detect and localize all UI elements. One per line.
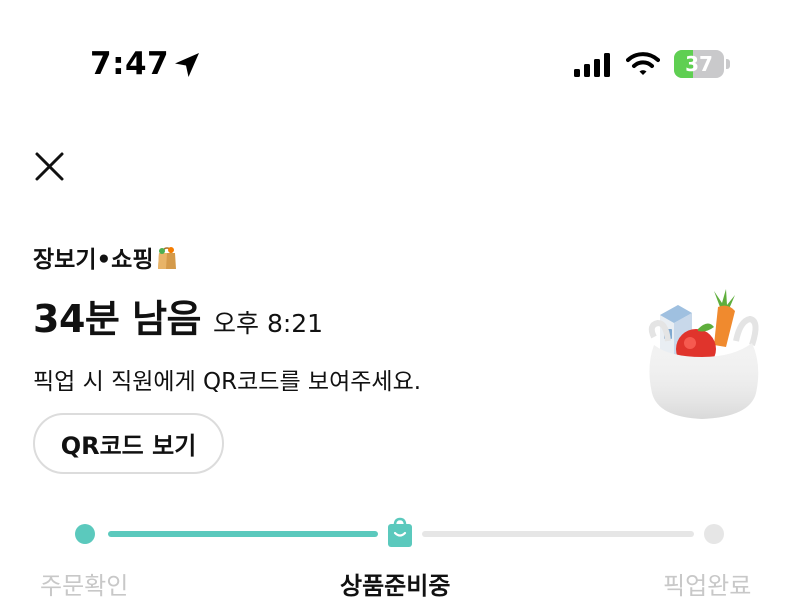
location-arrow-icon	[175, 53, 199, 77]
pickup-instruction: 픽업 시 직원에게 QR코드를 보여주세요.	[33, 369, 422, 395]
remaining-time-row: 34분 남음 오후 8:21	[33, 288, 323, 343]
step-label-order-confirmed: 주문확인	[40, 572, 129, 600]
step-label-pickup-complete: 픽업완료	[663, 572, 752, 600]
cellular-signal-icon	[574, 53, 610, 77]
remaining-time: 34분 남음	[33, 297, 202, 341]
order-progress: 주문확인 상품준비중 픽업완료	[0, 510, 800, 605]
step-pending-dot	[704, 524, 724, 544]
shopping-bag-icon	[388, 517, 412, 547]
status-bar: 7:47 37	[0, 0, 800, 120]
grocery-bag-illustration	[648, 289, 759, 419]
close-icon[interactable]	[33, 150, 66, 183]
step-done-dot	[75, 524, 95, 544]
battery-level-text: 37	[685, 52, 713, 76]
progress-line-pending	[422, 531, 694, 537]
progress-line-done	[108, 531, 378, 537]
battery-indicator: 37	[674, 50, 730, 78]
paper-bag-emoji-icon	[157, 247, 176, 269]
category-text: 장보기•쇼핑	[33, 247, 154, 273]
category-label: 장보기•쇼핑	[33, 240, 178, 274]
wifi-icon	[626, 52, 660, 75]
eta-time: 오후 8:21	[213, 309, 324, 338]
view-qr-code-button[interactable]: QR코드 보기	[33, 413, 224, 474]
step-label-preparing: 상품준비중	[340, 572, 451, 600]
status-time: 7:47	[90, 46, 170, 82]
